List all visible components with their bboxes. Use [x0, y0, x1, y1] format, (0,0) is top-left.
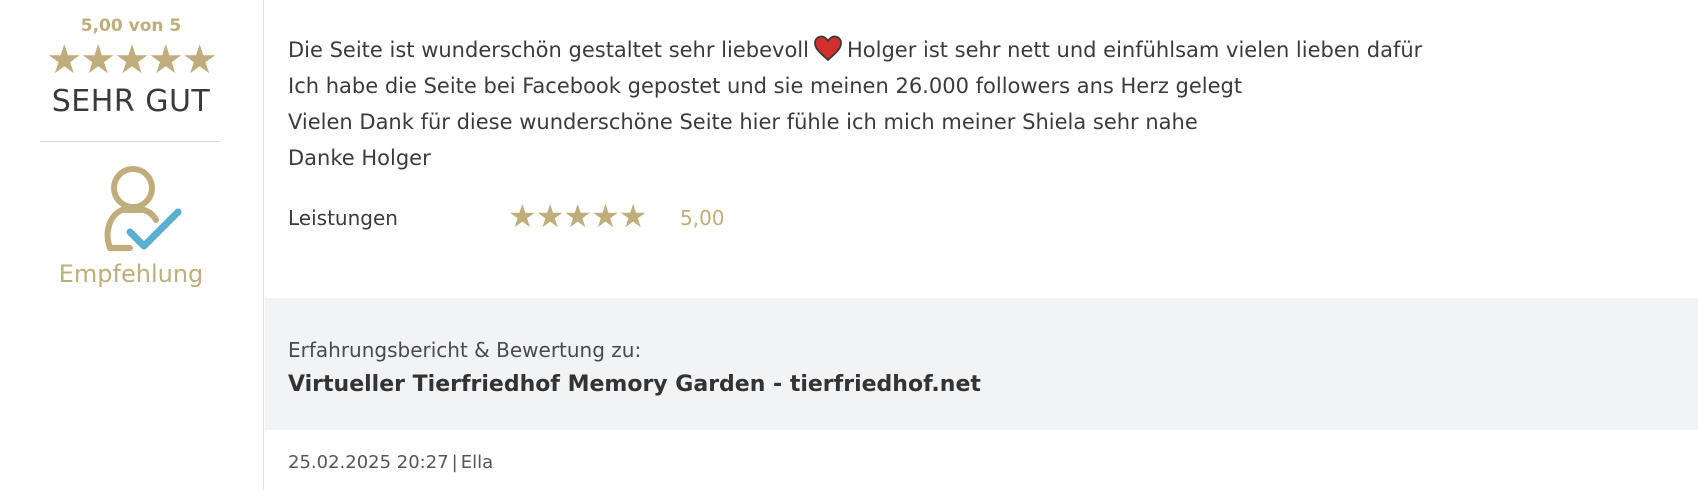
review-meta: 25.02.2025 20:27 | Ella — [288, 452, 493, 473]
overall-stars: ★★★★★ — [46, 37, 217, 83]
verdict-label: SEHR GUT — [51, 84, 211, 119]
review-author: Ella — [460, 452, 494, 473]
review-line-1-start: Die Seite ist wunderschön gestaltet sehr… — [288, 38, 809, 62]
review-line-1-end: Holger ist sehr nett und einfühlsam viel… — [846, 38, 1423, 62]
review-text: Die Seite ist wunderschön gestaltet sehr… — [288, 32, 1668, 176]
rating-summary-panel: 5,00 von 5 ★★★★★ SEHR GUT Empfehlung — [0, 0, 264, 490]
heart-icon — [814, 35, 842, 61]
subject-caption: Erfahrungsbericht & Bewertung zu: — [288, 338, 642, 362]
review-subject-panel: Erfahrungsbericht & Bewertung zu: Virtue… — [265, 298, 1698, 430]
review-line-3: Vielen Dank für diese wunderschöne Seite… — [288, 110, 1198, 134]
meta-separator: | — [451, 452, 458, 473]
category-rating-label: Leistungen — [288, 206, 398, 230]
subject-title-link[interactable]: Virtueller Tierfriedhof Memory Garden - … — [288, 372, 981, 397]
category-rating-stars: ★★★★★ — [508, 197, 647, 235]
overall-score-text: 5,00 von 5 — [80, 16, 182, 36]
summary-divider — [40, 141, 220, 142]
review-line-1: Die Seite ist wunderschön gestaltet sehr… — [288, 32, 1668, 68]
person-check-icon — [104, 166, 182, 251]
category-rating-value: 5,00 — [680, 206, 725, 230]
review-line-2: Ich habe die Seite bei Facebook gepostet… — [288, 74, 1243, 98]
review-datetime: 25.02.2025 20:27 — [288, 452, 449, 473]
review-line-4: Danke Holger — [288, 146, 431, 170]
recommendation-label: Empfehlung — [58, 260, 204, 288]
